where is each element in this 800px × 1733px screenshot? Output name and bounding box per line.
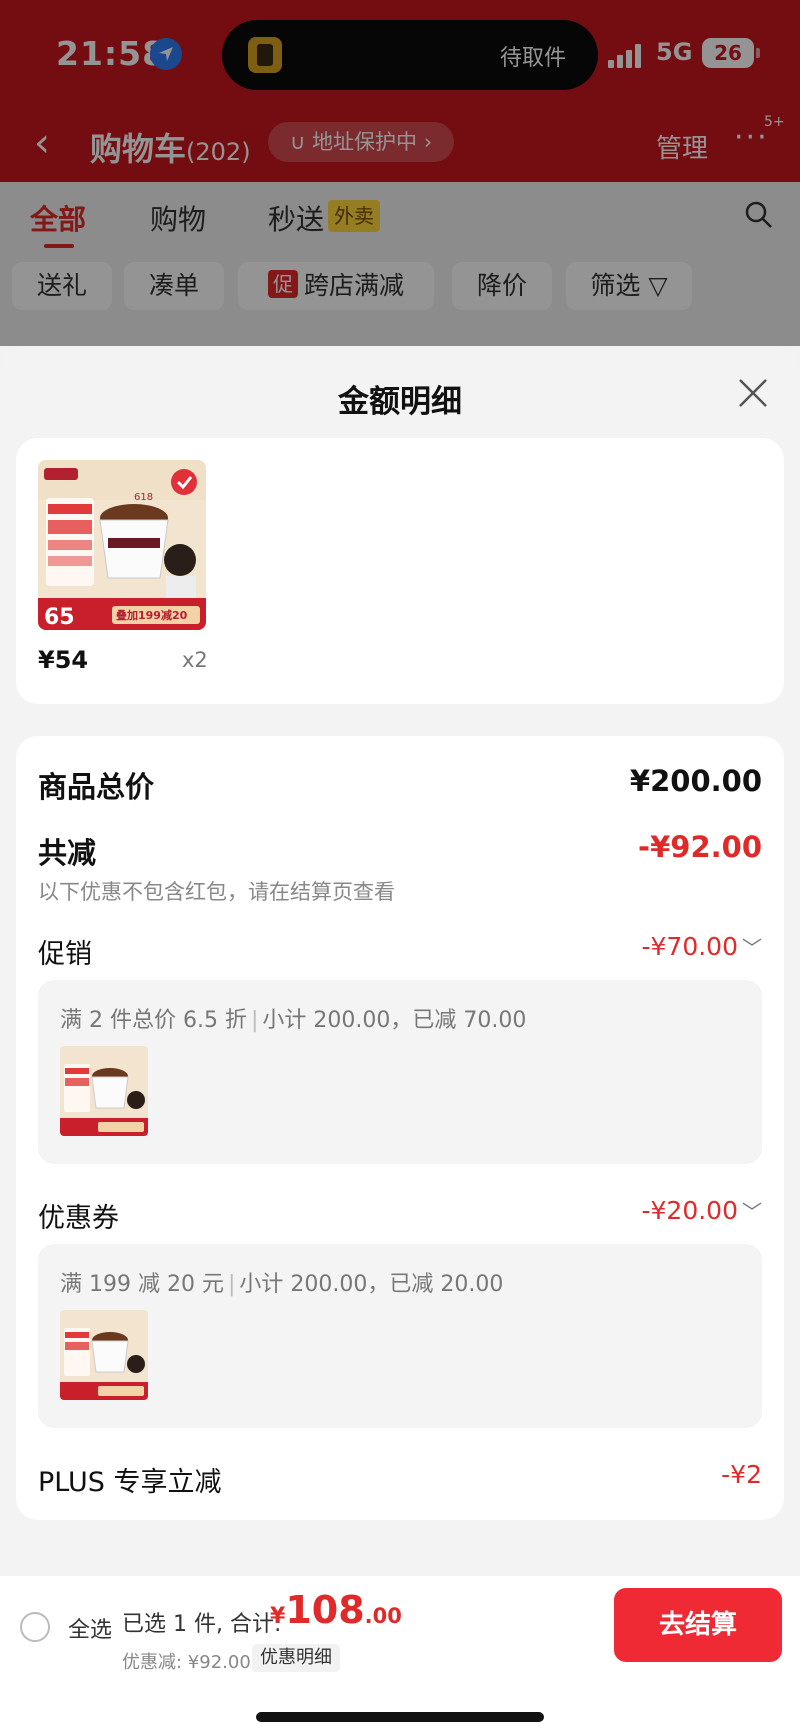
product-quantity: x2 xyxy=(182,648,208,672)
product-card: 618 65 叠加199减20 ¥54 x2 xyxy=(16,438,784,704)
promo-amount[interactable]: -¥70.00 ﹀ xyxy=(642,932,763,961)
image-price-label: 65 xyxy=(44,605,75,630)
discount-note: 以下优惠不包含红包，请在结算页查看 xyxy=(38,880,395,904)
plus-discount-value: -¥2 xyxy=(721,1460,762,1489)
coupon-product-thumbnail xyxy=(60,1310,148,1400)
image-promo-label: 叠加199减20 xyxy=(116,608,188,622)
coupon-amount[interactable]: -¥20.00 ﹀ xyxy=(642,1196,763,1225)
checkout-button[interactable]: 去结算 xyxy=(614,1588,782,1662)
promo-detail-box: 满 2 件总价 6.5 折 | 小计 200.00，已减 70.00 xyxy=(38,980,762,1164)
coupon-label: 优惠券 xyxy=(38,1203,119,1234)
sheet-title: 金额明细 xyxy=(338,384,462,420)
chevron-down-icon: ﹀ xyxy=(742,936,762,960)
product-image[interactable]: 618 65 叠加199减20 xyxy=(38,460,206,630)
total-price: ¥108.00 xyxy=(270,1588,402,1632)
promo-detail-text: 满 2 件总价 6.5 折 | 小计 200.00，已减 70.00 xyxy=(60,1008,527,1033)
chevron-down-icon: ﹀ xyxy=(742,1200,762,1224)
goods-total-label: 商品总价 xyxy=(38,770,155,804)
discount-detail-button[interactable]: 优惠明细 xyxy=(252,1644,340,1672)
total-integer: 108 xyxy=(285,1588,365,1632)
promo-subtotal: 小计 200.00，已减 70.00 xyxy=(262,1008,527,1033)
close-icon[interactable] xyxy=(736,376,770,410)
coupon-detail-box: 满 199 减 20 元 | 小计 200.00，已减 20.00 xyxy=(38,1244,762,1428)
discount-summary: 优惠减: ¥92.00 xyxy=(122,1652,251,1673)
coupon-detail-text: 满 199 减 20 元 | 小计 200.00，已减 20.00 xyxy=(60,1272,504,1297)
coupon-subtotal: 小计 200.00，已减 20.00 xyxy=(239,1272,504,1297)
total-currency: ¥ xyxy=(270,1604,286,1629)
promo-rule: 满 2 件总价 6.5 折 xyxy=(60,1008,247,1033)
select-all-radio[interactable] xyxy=(20,1612,50,1642)
promo-label: 促销 xyxy=(38,939,92,970)
promo-product-thumbnail xyxy=(60,1046,148,1136)
promo-value: -¥70.00 xyxy=(641,932,739,961)
total-discount-value: -¥92.00 xyxy=(638,830,762,864)
select-all-label[interactable]: 全选 xyxy=(68,1612,112,1644)
coupon-rule: 满 199 减 20 元 xyxy=(60,1272,224,1297)
modal-overlay[interactable] xyxy=(0,0,800,346)
home-indicator[interactable] xyxy=(256,1712,544,1722)
badge-618: 618 xyxy=(134,492,153,503)
goods-total-value: ¥200.00 xyxy=(629,764,762,798)
selected-count: 已选 1 件, 合计: xyxy=(122,1612,282,1637)
total-decimal: .00 xyxy=(364,1604,402,1628)
total-discount-label: 共减 xyxy=(38,836,97,870)
coupon-value: -¥20.00 xyxy=(641,1196,739,1225)
product-price: ¥54 xyxy=(38,646,89,674)
checkout-bar: 全选 已选 1 件, 合计: ¥108.00 优惠减: ¥92.00 优惠明细 … xyxy=(0,1576,800,1733)
amount-detail-sheet: 金额明细 618 65 叠加199减20 ¥54 x2 商品总价 ¥200.00… xyxy=(0,346,800,1733)
plus-discount-label: PLUS 专享立减 xyxy=(38,1467,222,1498)
amount-breakdown-card: 商品总价 ¥200.00 共减 -¥92.00 以下优惠不包含红包，请在结算页查… xyxy=(16,736,784,1520)
